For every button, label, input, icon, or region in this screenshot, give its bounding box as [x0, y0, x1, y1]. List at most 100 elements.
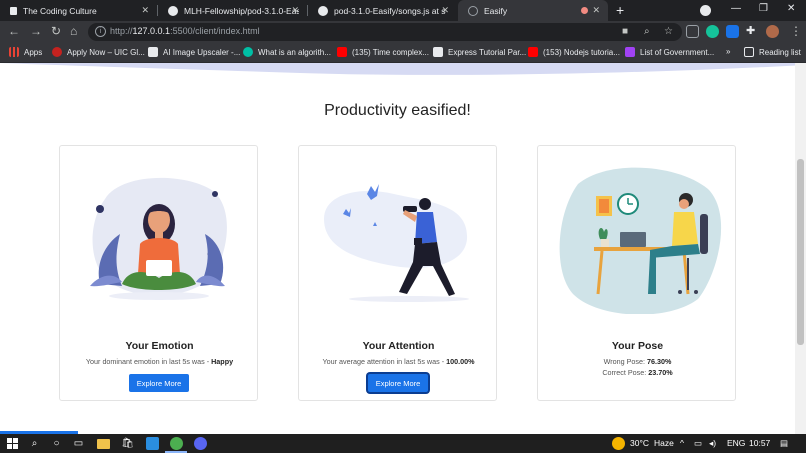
- puzzle-icon[interactable]: ✚: [746, 24, 759, 37]
- file-explorer-icon[interactable]: [97, 439, 110, 449]
- header-wave: [0, 63, 806, 75]
- card-title: Your Pose: [611, 340, 664, 352]
- forward-icon[interactable]: →: [30, 24, 42, 38]
- card-description: Wrong Pose: 76.30% Correct Pose: 23.70%: [538, 356, 737, 378]
- volume-icon[interactable]: ◂): [709, 438, 716, 449]
- emotion-card: Your Emotion Your dominant emotion in la…: [59, 145, 258, 401]
- bookmark-government[interactable]: List of Government...: [625, 47, 714, 57]
- tab-title: The Coding Culture: [23, 5, 97, 16]
- close-tab-icon[interactable]: ✕: [291, 5, 299, 16]
- explore-more-button[interactable]: Explore More: [129, 374, 189, 392]
- weather-temp[interactable]: 30°C: [630, 438, 649, 448]
- reload-icon[interactable]: ↻: [51, 24, 61, 38]
- list-icon: [625, 47, 635, 57]
- extension-icon[interactable]: [726, 25, 739, 38]
- bookmark-time-complexity[interactable]: (135) Time complex...: [337, 47, 429, 57]
- new-tab-icon[interactable]: +: [616, 2, 624, 18]
- windows-taskbar: ⌕ ○ ▭ 🛍 30°C Haze ^ ▭ ◂) ENG 10:57 ▤: [0, 434, 806, 453]
- close-tab-icon[interactable]: ✕: [592, 5, 600, 16]
- page-viewport: Productivity easified! Your Emotion Your…: [0, 63, 806, 434]
- github-icon: [318, 5, 328, 16]
- minimize-icon[interactable]: —: [731, 3, 741, 14]
- window-close-icon[interactable]: ✕: [787, 3, 795, 14]
- language-indicator[interactable]: ENG: [727, 438, 745, 448]
- store-icon[interactable]: 🛍: [121, 437, 134, 450]
- browser-tab-strip: The Coding Culture ✕ MLH-Fellowship/pod-…: [0, 0, 806, 21]
- grammarly-icon[interactable]: [706, 25, 719, 38]
- bookmark-uic[interactable]: Apply Now – UIC Gl...: [52, 47, 145, 57]
- mdn-icon: [433, 47, 443, 57]
- extension-icon[interactable]: [686, 25, 699, 38]
- lock-icon: [10, 6, 17, 15]
- card-description: Your dominant emotion in last 5s was - H…: [85, 357, 234, 366]
- explore-more-button[interactable]: Explore More: [368, 374, 428, 392]
- uic-icon: [52, 47, 62, 57]
- youtube-icon: [528, 47, 538, 57]
- tab-search-icon[interactable]: [700, 5, 711, 16]
- reading-list[interactable]: Reading list: [744, 47, 801, 57]
- tab-songs-js[interactable]: pod-3.1.0-Easify/songs.js at song ✕: [308, 0, 457, 21]
- tab-easify[interactable]: Easify ✕: [458, 0, 608, 21]
- bookmark-star-icon[interactable]: ☆: [664, 26, 673, 37]
- globe-icon: [468, 5, 478, 16]
- menu-icon[interactable]: ⋮: [790, 24, 802, 38]
- card-title: Your Emotion: [125, 340, 194, 352]
- close-tab-icon[interactable]: ✕: [441, 5, 449, 16]
- windows-start-icon[interactable]: [6, 437, 19, 450]
- scrollbar-thumb[interactable]: [797, 159, 804, 345]
- github-icon: [168, 5, 178, 16]
- address-bar[interactable]: i http://127.0.0.1:5500/client/index.htm…: [88, 23, 682, 41]
- clock[interactable]: 10:57: [749, 438, 770, 448]
- bookmark-nodejs-tutorial[interactable]: (153) Nodejs tutoria...: [528, 47, 620, 57]
- task-view-icon[interactable]: ▭: [72, 437, 85, 450]
- back-icon[interactable]: ←: [8, 24, 20, 38]
- tab-title: pod-3.1.0-Easify/songs.js at song: [334, 5, 446, 16]
- browser-toolbar: ← → ↻ ⌂ i http://127.0.0.1:5500/client/i…: [0, 21, 806, 43]
- avatar[interactable]: [766, 25, 779, 38]
- page-title: Productivity easified!: [324, 102, 471, 119]
- battery-icon[interactable]: ▭: [694, 438, 702, 449]
- youtube-icon: [337, 47, 347, 57]
- weather-desc[interactable]: Haze: [654, 438, 674, 448]
- notifications-icon[interactable]: ▤: [780, 438, 788, 449]
- tab-mlh-fellowship[interactable]: MLH-Fellowship/pod-3.1.0-Easif ✕: [158, 0, 307, 21]
- bookmarks-bar: Apps Apply Now – UIC Gl... AI Image Upsc…: [0, 43, 806, 63]
- discord-icon[interactable]: [194, 437, 207, 450]
- correct-pose-value: 23.70%: [648, 368, 673, 377]
- home-icon[interactable]: ⌂: [70, 24, 77, 38]
- close-tab-icon[interactable]: ✕: [141, 5, 149, 16]
- tray-chevron-icon[interactable]: ^: [680, 438, 684, 448]
- search-icon[interactable]: ⌕: [28, 437, 41, 450]
- apps-grid-icon: [9, 47, 19, 57]
- bookmark-algorithm[interactable]: What is an algorith...: [243, 47, 331, 57]
- zoom-icon[interactable]: ⌕: [644, 26, 650, 37]
- card-description: Your average attention in last 5s was - …: [322, 357, 475, 366]
- weather-icon[interactable]: [612, 437, 625, 450]
- desk-posture-illustration: [559, 167, 721, 314]
- reading-list-icon: [744, 47, 754, 57]
- meditation-illustration: [90, 177, 227, 300]
- bookmark-express-tutorial[interactable]: Express Tutorial Par...: [433, 47, 526, 57]
- chrome-icon[interactable]: [170, 437, 183, 450]
- camera-icon[interactable]: ■: [622, 26, 628, 37]
- attention-value: 100.00%: [446, 357, 475, 366]
- tab-title: Easify: [484, 5, 508, 16]
- cortana-icon[interactable]: ○: [50, 437, 63, 450]
- restore-icon[interactable]: ❐: [759, 3, 768, 14]
- bookmarks-overflow[interactable]: »: [726, 47, 730, 56]
- photographer-illustration: [324, 184, 469, 302]
- correct-pose-line: Correct Pose: 23.70%: [602, 368, 673, 377]
- wrong-pose-line: Wrong Pose: 76.30%: [603, 357, 672, 366]
- pose-card: Your Pose Wrong Pose: 76.30% Correct Pos…: [537, 145, 736, 401]
- emotion-value: Happy: [211, 357, 234, 366]
- site-info-icon[interactable]: i: [95, 26, 106, 37]
- bookmark-ai-upscaler[interactable]: AI Image Upscaler -...: [148, 47, 240, 57]
- bookmark-apps[interactable]: Apps: [9, 47, 42, 57]
- recording-icon: [581, 7, 588, 14]
- tab-the-coding-culture[interactable]: The Coding Culture ✕: [0, 0, 157, 21]
- vertical-scrollbar[interactable]: [795, 63, 806, 434]
- vscode-icon[interactable]: [146, 437, 159, 450]
- tab-title: MLH-Fellowship/pod-3.1.0-Easif: [184, 5, 299, 16]
- url-text: http://127.0.0.1:5500/client/index.html: [110, 26, 260, 36]
- geeks-icon: [243, 47, 253, 57]
